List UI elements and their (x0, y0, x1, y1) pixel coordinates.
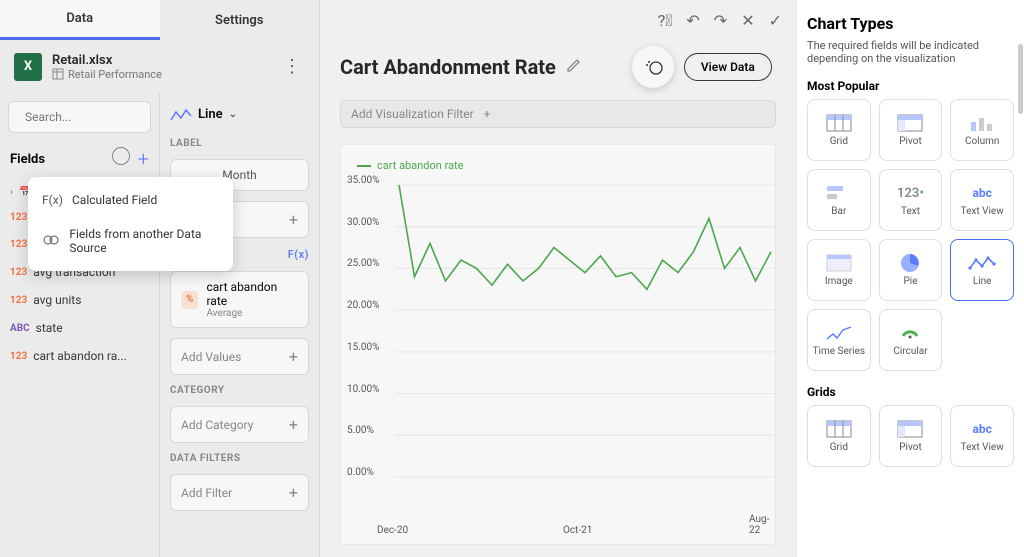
field-row[interactable]: ABCstate (6, 315, 153, 341)
type-grid-2[interactable]: Grid (807, 405, 871, 467)
type-column[interactable]: Column (950, 99, 1014, 161)
view-data-button[interactable]: View Data (684, 53, 772, 81)
add-field-popup: F(x) Calculated Field Fields from anothe… (28, 177, 233, 271)
chart-area: cart abandon rate 35.00%30.00%25.00%20.0… (340, 144, 776, 545)
fx-icon: F(x) (42, 193, 62, 207)
config-column: Line ⌄ LABEL Month + VALUESF(x) % cart a… (160, 93, 319, 557)
plus-icon: + (484, 107, 491, 121)
plus-icon: + (289, 415, 298, 434)
tabs: Data Settings (0, 0, 319, 40)
plus-icon: + (289, 483, 298, 502)
type-timeseries[interactable]: Time Series (807, 309, 871, 371)
type-grid[interactable]: Grid (807, 99, 871, 161)
help-icon[interactable]: ?⃝ (658, 11, 673, 30)
shape-icon (642, 56, 664, 78)
type-bar[interactable]: Bar (807, 169, 871, 231)
most-popular-heading: Most Popular (807, 79, 1014, 93)
add-filter-chip[interactable]: Add Filter+ (170, 474, 309, 511)
visualization-panel: ?⃝ ↶ ↷ ✕ ✓ Cart Abandonment Rate View Da… (320, 0, 796, 557)
search-input[interactable] (25, 110, 181, 124)
type-circular[interactable]: Circular (879, 309, 943, 371)
edit-title-icon[interactable] (566, 57, 582, 77)
type-textview[interactable]: abcText View (950, 169, 1014, 231)
fields-column: Fields + F(x) Calculated Field (0, 93, 160, 557)
add-category-chip[interactable]: Add Category+ (170, 406, 309, 443)
plus-icon: + (289, 210, 298, 229)
type-image[interactable]: Image (807, 239, 871, 301)
brain-icon[interactable] (112, 147, 130, 165)
add-viz-filter-chip[interactable]: Add Visualization Filter + (340, 100, 776, 128)
line-icon (170, 108, 192, 122)
chart-type-selector[interactable]: Line ⌄ (170, 101, 309, 128)
close-icon[interactable]: ✕ (741, 11, 754, 30)
left-panel: Data Settings X Retail.xlsx Retail Perfo… (0, 0, 320, 557)
chart-type-fab[interactable] (632, 46, 674, 88)
search-box[interactable] (8, 101, 151, 133)
percent-icon: % (181, 291, 198, 309)
redo-icon[interactable]: ↷ (714, 11, 727, 30)
confirm-icon[interactable]: ✓ (769, 11, 782, 30)
add-field-button[interactable]: + (138, 147, 149, 171)
tab-settings[interactable]: Settings (160, 0, 320, 40)
datasource-subtitle: Retail Performance (52, 68, 269, 81)
fx-button[interactable]: F(x) (288, 248, 309, 261)
field-row[interactable]: 123cart abandon ra... (6, 343, 153, 369)
datasource-menu-icon[interactable]: ⋮ (279, 52, 305, 81)
legend-item: cart abandon rate (341, 155, 771, 176)
grids-heading: Grids (807, 385, 1014, 399)
tab-data[interactable]: Data (0, 0, 160, 40)
field-row[interactable]: 123avg units (6, 287, 153, 313)
datasource-row: X Retail.xlsx Retail Performance ⋮ (0, 40, 319, 93)
type-line[interactable]: Line (950, 239, 1014, 301)
undo-icon[interactable]: ↶ (686, 11, 699, 30)
type-pie[interactable]: Pie (879, 239, 943, 301)
type-pivot[interactable]: Pivot (879, 99, 943, 161)
datasource-name: Retail.xlsx (52, 53, 269, 68)
category-section: CATEGORY (170, 385, 309, 396)
popup-fields-other-source[interactable]: Fields from another Data Source (28, 217, 233, 265)
topbar: ?⃝ ↶ ↷ ✕ ✓ (320, 0, 796, 40)
scrollbar[interactable] (1018, 44, 1023, 114)
excel-icon: X (14, 53, 42, 81)
link-icon (42, 234, 59, 249)
filters-section: DATA FILTERS (170, 453, 309, 464)
value-chip[interactable]: % cart abandon rate Average (170, 271, 309, 328)
popup-calculated-field[interactable]: F(x) Calculated Field (28, 183, 233, 217)
chart-types-title: Chart Types (807, 14, 1014, 33)
add-values-chip[interactable]: Add Values+ (170, 338, 309, 375)
chevron-down-icon: ⌄ (229, 109, 237, 120)
table-icon (52, 68, 64, 80)
line-chart (395, 181, 775, 491)
label-section: LABEL (170, 138, 309, 149)
fields-heading: Fields (10, 152, 45, 167)
type-pivot-2[interactable]: Pivot (879, 405, 943, 467)
viz-title: Cart Abandonment Rate (340, 55, 556, 79)
type-textview-2[interactable]: abcText View (950, 405, 1014, 467)
chart-types-panel: Chart Types The required fields will be … (796, 0, 1024, 557)
type-text[interactable]: 123•Text (879, 169, 943, 231)
chart-types-desc: The required fields will be indicated de… (807, 39, 1014, 65)
plus-icon: + (289, 347, 298, 366)
